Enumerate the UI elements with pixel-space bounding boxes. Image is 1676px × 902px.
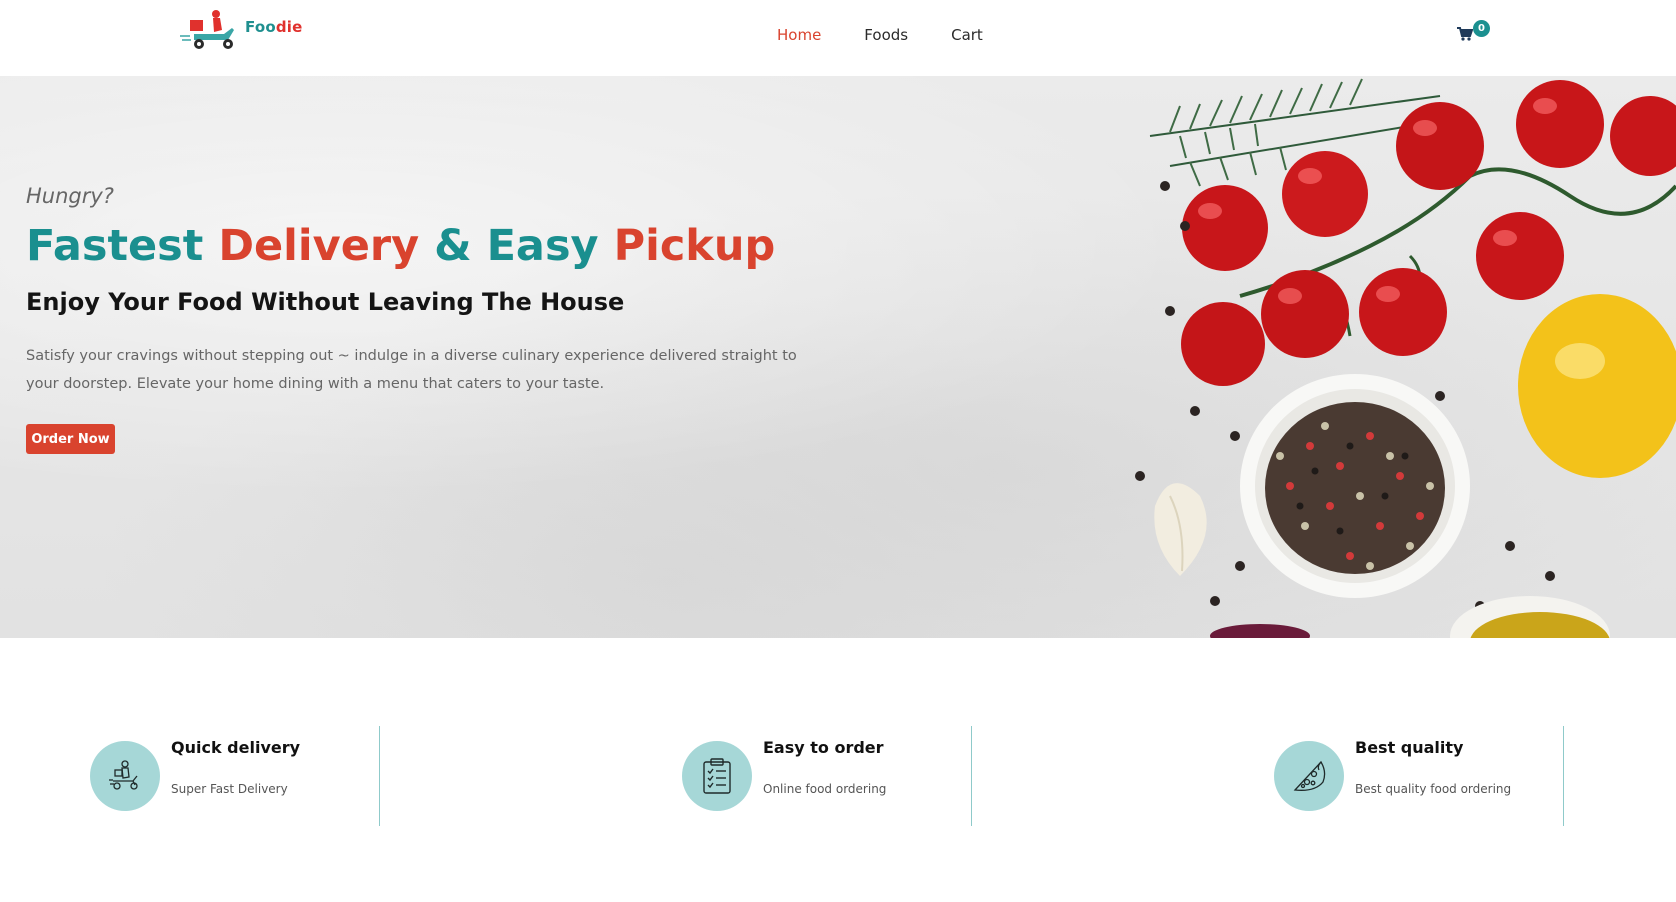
clipboard-checklist-icon <box>703 758 731 794</box>
feature-icon-circle <box>682 741 752 811</box>
nav-foods[interactable]: Foods <box>864 26 908 44</box>
feature-description: Super Fast Delivery <box>171 782 288 796</box>
feature-description: Best quality food ordering <box>1355 782 1512 796</box>
nav-home[interactable]: Home <box>777 26 821 44</box>
site-header: Foodie Home Foods Cart 0 <box>0 0 1676 76</box>
feature-icon-circle <box>90 741 160 811</box>
cart-icon <box>1457 27 1473 41</box>
feature-title: Best quality <box>1355 738 1464 757</box>
hero-section: Hungry? Fastest Delivery & Easy Pickup E… <box>0 76 1676 638</box>
feature-best-quality: Best quality Best quality food ordering <box>1274 726 1564 826</box>
feature-icon-circle <box>1274 741 1344 811</box>
hero-subheading: Enjoy Your Food Without Leaving The Hous… <box>26 288 625 316</box>
hero-eyebrow: Hungry? <box>26 184 114 208</box>
delivery-scooter-logo-icon <box>180 10 234 49</box>
feature-title: Quick delivery <box>171 738 301 757</box>
feature-description: Online food ordering <box>763 782 887 796</box>
hero-description: Satisfy your cravings without stepping o… <box>26 348 797 392</box>
brand-logo[interactable]: Foodie <box>180 6 310 56</box>
pizza-icon <box>1293 760 1326 791</box>
hero-food-image <box>1135 78 1676 638</box>
cart-button[interactable]: 0 <box>1457 20 1491 48</box>
feature-title: Easy to order <box>763 738 884 757</box>
feature-quick-delivery: Quick delivery Super Fast Delivery <box>90 726 380 826</box>
cart-count-badge: 0 <box>1473 20 1490 37</box>
delivery-scooter-icon <box>109 760 138 790</box>
feature-easy-to-order: Easy to order Online food ordering <box>682 726 972 826</box>
main-nav: Home Foods Cart <box>777 26 1026 44</box>
brand-name: Foodie <box>245 18 303 36</box>
nav-cart[interactable]: Cart <box>951 26 983 44</box>
hero-headline: Fastest Delivery & Easy Pickup <box>26 221 776 271</box>
order-now-button[interactable]: Order Now <box>26 424 115 454</box>
